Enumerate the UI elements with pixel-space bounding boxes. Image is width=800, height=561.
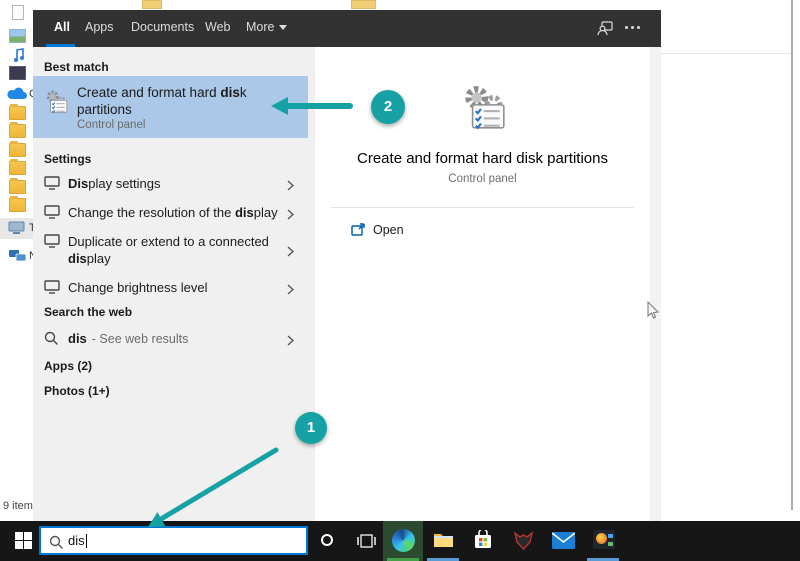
result-label: Change the resolution of the display xyxy=(68,204,293,221)
chevron-right-icon xyxy=(287,333,294,351)
more-options-icon[interactable] xyxy=(625,26,643,30)
user-account-icon[interactable] xyxy=(597,21,613,41)
file-explorer-button[interactable] xyxy=(423,521,463,561)
explorer-window-border xyxy=(791,0,793,510)
pictures-icon[interactable] xyxy=(9,29,26,43)
monitor-icon xyxy=(44,280,60,299)
onedrive-cloud-icon[interactable] xyxy=(7,87,29,100)
network-icon[interactable] xyxy=(8,249,28,263)
chevron-right-icon xyxy=(287,244,294,262)
group-apps[interactable]: Apps (2) xyxy=(44,359,92,373)
search-query-text: dis xyxy=(68,533,87,548)
text-cursor xyxy=(86,534,87,548)
file-explorer-icon xyxy=(433,532,454,548)
launch-icon xyxy=(351,223,366,242)
menu-scrollbar-gutter[interactable] xyxy=(650,47,661,521)
explorer-header-divider xyxy=(661,53,791,54)
best-match-title: Create and format hard disk partitions xyxy=(77,84,269,118)
pane-separator xyxy=(308,47,315,521)
background-folder-sliver xyxy=(351,0,376,9)
open-action[interactable]: Open xyxy=(331,219,631,245)
predator-app-button[interactable] xyxy=(503,521,543,561)
result-change-resolution[interactable]: Change the resolution of the display xyxy=(33,204,308,229)
chevron-right-icon xyxy=(287,178,294,196)
preview-title: Create and format hard disk partitions xyxy=(315,150,650,167)
folder-icon[interactable] xyxy=(9,143,26,157)
preview-divider xyxy=(331,207,634,208)
tab-web[interactable]: Web xyxy=(205,20,230,34)
result-label: Display settings xyxy=(68,175,293,192)
results-pane: Best match Crea xyxy=(33,47,315,521)
videos-icon[interactable] xyxy=(9,66,26,80)
mail-button[interactable] xyxy=(543,521,583,561)
preview-subtitle: Control panel xyxy=(315,173,650,185)
best-match-subtitle: Control panel xyxy=(77,119,145,131)
tab-more[interactable]: More xyxy=(246,20,287,34)
monitor-icon xyxy=(44,176,60,195)
taskbar-search-input[interactable]: dis xyxy=(39,526,308,555)
section-settings: Settings xyxy=(44,152,91,166)
group-photos[interactable]: Photos (1+) xyxy=(44,384,110,398)
store-button[interactable] xyxy=(463,521,503,561)
open-label: Open xyxy=(373,223,404,237)
monitor-icon xyxy=(44,234,60,253)
result-display-settings[interactable]: Display settings xyxy=(33,175,308,200)
search-icon xyxy=(49,535,64,555)
section-best-match: Best match xyxy=(44,60,109,74)
best-match-result[interactable]: Create and format hard disk partitions C… xyxy=(33,76,308,138)
mail-icon xyxy=(552,532,575,554)
movies-tv-button[interactable] xyxy=(583,521,623,561)
cortana-button[interactable] xyxy=(308,521,348,561)
search-filter-bar: All Apps Documents Web More xyxy=(33,10,661,47)
preview-pane: Create and format hard disk partitions C… xyxy=(315,47,650,521)
section-search-web: Search the web xyxy=(44,305,132,319)
result-web-search[interactable]: dis- See web results xyxy=(33,330,308,355)
desktop: 9 item C T N All Apps Documents Web More xyxy=(0,0,800,561)
folder-icon[interactable] xyxy=(9,124,26,138)
music-icon[interactable] xyxy=(13,48,23,63)
annotation-step-2: 2 xyxy=(371,90,405,124)
store-icon xyxy=(474,530,492,555)
result-label: Duplicate or extend to a connected displ… xyxy=(68,233,293,267)
search-icon xyxy=(44,331,59,351)
chevron-down-icon xyxy=(279,25,287,30)
folder-icon[interactable] xyxy=(9,180,26,194)
disk-partition-icon-large xyxy=(458,83,508,138)
cortana-icon xyxy=(321,534,333,546)
windows-logo-icon xyxy=(15,532,32,549)
result-duplicate-extend[interactable]: Duplicate or extend to a connected displ… xyxy=(33,233,308,273)
result-label: dis- See web results xyxy=(68,330,293,348)
task-view-button[interactable] xyxy=(346,521,386,561)
result-label: Change brightness level xyxy=(68,279,293,296)
taskbar: dis xyxy=(0,521,800,561)
predator-icon xyxy=(513,530,534,556)
folder-icon[interactable] xyxy=(9,198,26,212)
folder-icon[interactable] xyxy=(9,106,26,120)
chevron-right-icon xyxy=(287,282,294,300)
start-search-menu: All Apps Documents Web More Best match xyxy=(33,10,661,521)
document-icon[interactable] xyxy=(12,5,24,20)
annotation-step-1: 1 xyxy=(295,412,327,444)
this-pc-icon[interactable] xyxy=(8,221,28,235)
edge-icon xyxy=(392,529,415,552)
tab-apps[interactable]: Apps xyxy=(85,20,114,34)
explorer-status-bar: 9 item xyxy=(3,500,33,512)
result-change-brightness[interactable]: Change brightness level xyxy=(33,279,308,304)
movies-tv-icon xyxy=(593,530,615,549)
tab-all[interactable]: All xyxy=(54,20,70,34)
monitor-icon xyxy=(44,205,60,224)
disk-partition-icon xyxy=(43,89,69,120)
chevron-right-icon xyxy=(287,207,294,225)
tab-documents[interactable]: Documents xyxy=(131,20,194,34)
edge-button[interactable] xyxy=(383,521,423,561)
folder-icon[interactable] xyxy=(9,161,26,175)
background-folder-sliver xyxy=(142,0,162,9)
